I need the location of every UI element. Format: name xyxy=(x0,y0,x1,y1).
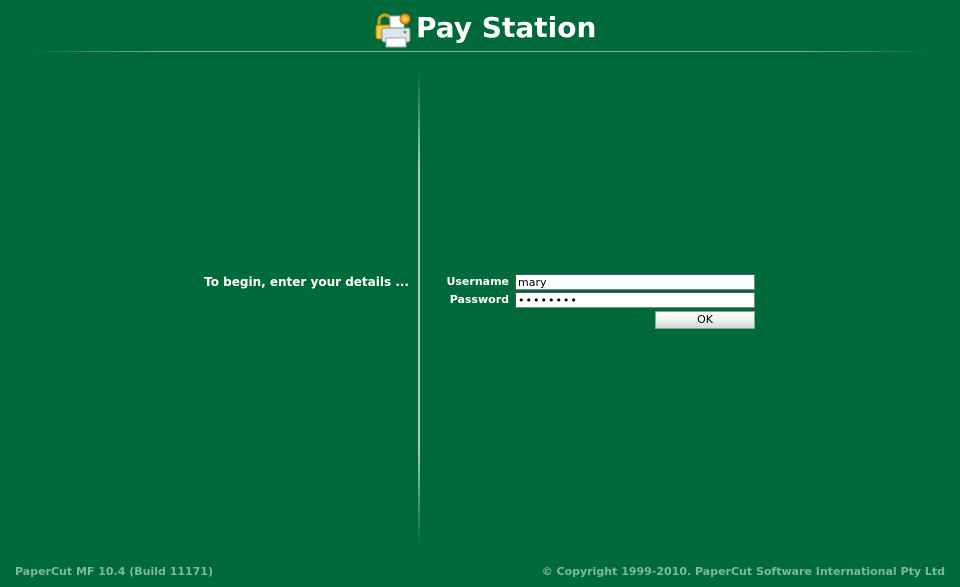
header: Pay Station xyxy=(0,0,960,52)
copyright-text: © Copyright 1999-2010. PaperCut Software… xyxy=(541,565,945,578)
password-field[interactable] xyxy=(515,292,755,308)
vertical-divider xyxy=(418,72,420,544)
login-prompt: To begin, enter your details ... xyxy=(204,275,409,289)
version-text: PaperCut MF 10.4 (Build 11171) xyxy=(15,565,213,578)
header-divider xyxy=(30,51,930,52)
username-field[interactable] xyxy=(515,274,755,290)
ok-button[interactable]: OK xyxy=(655,311,755,329)
username-label: Username xyxy=(446,275,509,288)
page-title: Pay Station xyxy=(416,11,597,44)
padlock-printer-icon xyxy=(374,10,414,50)
password-label: Password xyxy=(449,293,509,306)
